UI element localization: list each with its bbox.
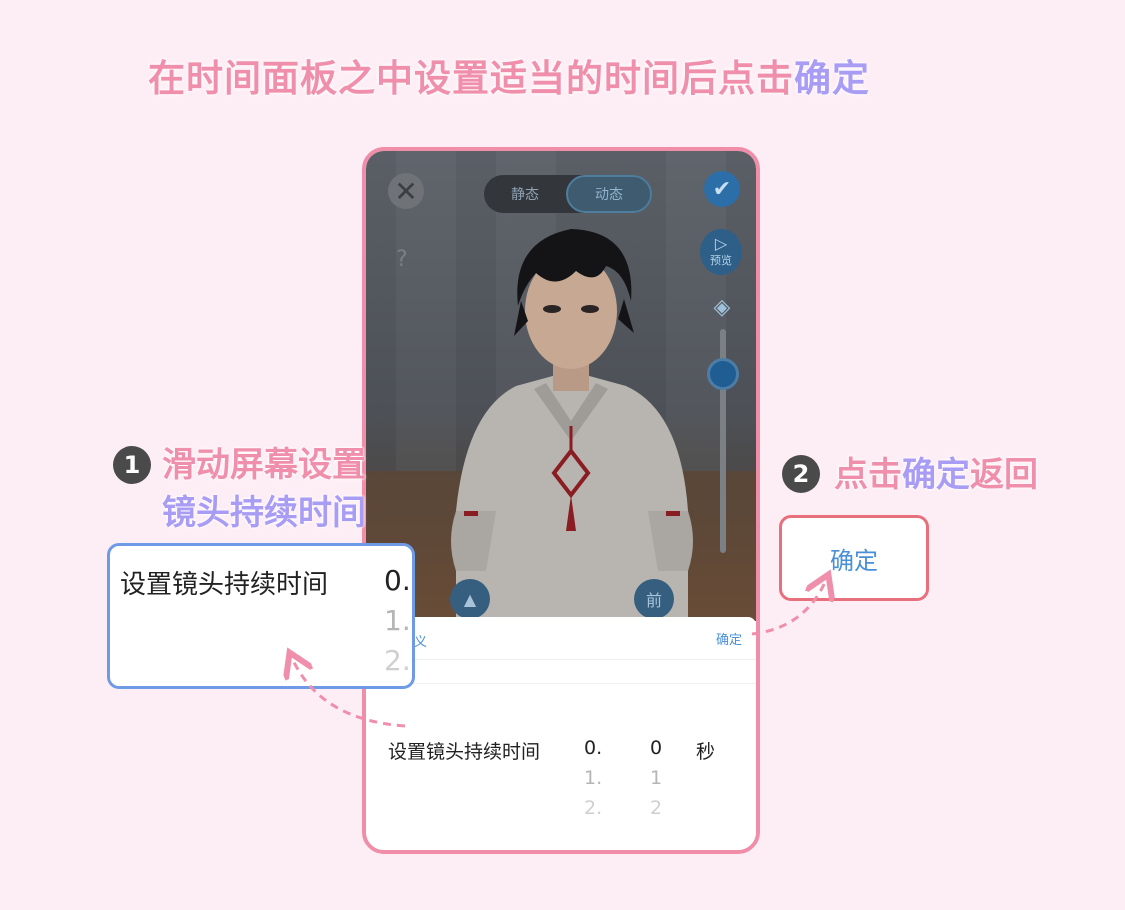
arrow-to-confirm (751, 580, 826, 636)
callout-arrows (0, 0, 1125, 728)
arrow-to-zoom (292, 658, 406, 728)
